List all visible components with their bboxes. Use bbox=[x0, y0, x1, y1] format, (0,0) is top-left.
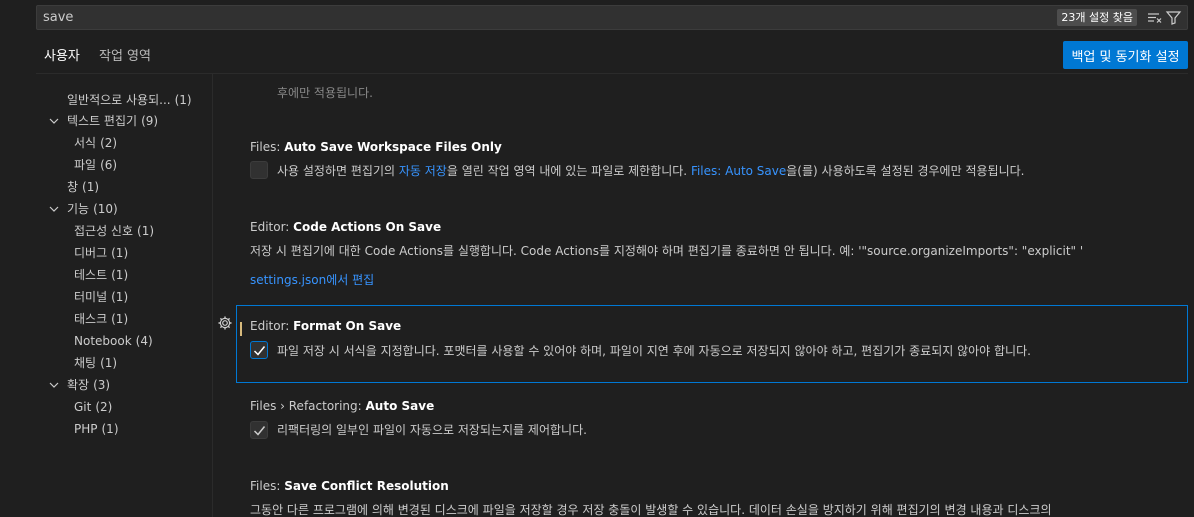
clear-filter-icon[interactable] bbox=[1146, 9, 1163, 26]
checkbox[interactable] bbox=[250, 161, 268, 179]
toc-item-notebook[interactable]: Notebook (4) bbox=[74, 331, 153, 351]
toc-count: (10) bbox=[93, 202, 118, 216]
setting-name: Auto Save Workspace Files Only bbox=[284, 140, 502, 154]
toc-label: 태스크 bbox=[74, 312, 108, 326]
setting-refactoring-auto-save: Files › Refactoring: Auto Save 리팩터링의 일부인… bbox=[213, 397, 1194, 447]
toc-count: (1) bbox=[111, 312, 129, 326]
chevron-down-icon bbox=[49, 382, 59, 388]
toc-label: Notebook bbox=[74, 334, 132, 348]
desc-text: 을 열린 작업 영역 내에 있는 파일로 제한합니다. bbox=[446, 164, 691, 178]
desc-text: 사용 설정하면 편집기의 bbox=[277, 164, 399, 178]
toc-item-testing[interactable]: 테스트 (1) bbox=[74, 265, 128, 285]
check-icon bbox=[253, 426, 266, 436]
toc-label: 채팅 bbox=[74, 356, 97, 370]
toc-label: 디버그 bbox=[74, 246, 108, 260]
toc-label: 창 bbox=[67, 180, 79, 194]
chevron-down-icon bbox=[49, 118, 59, 124]
files-auto-save-link[interactable]: Files: Auto Save bbox=[691, 164, 786, 178]
toc-item-php[interactable]: PHP (1) bbox=[74, 419, 119, 439]
setting-name: Save Conflict Resolution bbox=[284, 479, 449, 493]
toc-item-files[interactable]: 파일 (6) bbox=[74, 155, 117, 175]
toc-item-window[interactable]: 창 (1) bbox=[67, 177, 99, 197]
setting-category: Editor: bbox=[250, 220, 294, 234]
setting-category: Files: bbox=[250, 140, 285, 154]
toc-item-chat[interactable]: 채팅 (1) bbox=[74, 353, 117, 373]
setting-description: 그동안 다른 프로그램에 의해 변경된 디스크에 파일을 저장할 경우 저장 충… bbox=[250, 503, 1052, 517]
setting-title: Files: Save Conflict Resolution bbox=[250, 479, 449, 493]
results-count-badge: 23개 설정 찾음 bbox=[1057, 9, 1137, 26]
toc-count: (1) bbox=[111, 246, 129, 260]
toc-count: (3) bbox=[93, 378, 111, 392]
toc-item-tasks[interactable]: 태스크 (1) bbox=[74, 309, 128, 329]
toc-count: (1) bbox=[82, 180, 100, 194]
toc-label: Git bbox=[74, 400, 92, 414]
setting-title: Files: Auto Save Workspace Files Only bbox=[250, 140, 502, 154]
setting-description: 리팩터링의 일부인 파일이 자동으로 저장되는지를 제어합니다. bbox=[277, 423, 587, 437]
backup-sync-button[interactable]: 백업 및 동기화 설정 bbox=[1063, 41, 1188, 69]
setting-category: Files › Refactoring: bbox=[250, 399, 366, 413]
toc-label: 기능 bbox=[67, 202, 90, 216]
auto-save-link[interactable]: 자동 저장 bbox=[399, 164, 447, 178]
settings-search-box[interactable]: 23개 설정 찾음 bbox=[36, 5, 1188, 30]
setting-title: Editor: Code Actions On Save bbox=[250, 220, 441, 234]
settings-list: 후에만 적용됩니다. Files: Auto Save Workspace Fi… bbox=[213, 74, 1194, 517]
checkbox-checked[interactable] bbox=[250, 341, 268, 359]
toc-label: 파일 bbox=[74, 158, 97, 172]
partial-setting-description: 후에만 적용됩니다. bbox=[277, 86, 373, 100]
toc-label: 텍스트 편집기 bbox=[67, 114, 138, 128]
setting-name: Code Actions On Save bbox=[293, 220, 442, 234]
setting-category: Files: bbox=[250, 479, 285, 493]
setting-format-on-save: Editor: Format On Save 파일 저장 시 서식을 지정합니다… bbox=[213, 317, 1194, 367]
toc-item-git[interactable]: Git (2) bbox=[74, 397, 112, 417]
tab-workspace[interactable]: 작업 영역 bbox=[99, 44, 151, 74]
link-text[interactable]: settings.json에서 편집 bbox=[250, 273, 374, 287]
toc-label: 서식 bbox=[74, 136, 97, 150]
toc-item-terminal[interactable]: 터미널 (1) bbox=[74, 287, 128, 307]
toc-count: (1) bbox=[111, 290, 129, 304]
setting-auto-save-workspace-files-only: Files: Auto Save Workspace Files Only 사용… bbox=[213, 138, 1194, 188]
setting-save-conflict-resolution: Files: Save Conflict Resolution 그동안 다른 프… bbox=[213, 477, 1194, 517]
setting-description: 사용 설정하면 편집기의 자동 저장을 열린 작업 영역 내에 있는 파일로 제… bbox=[277, 162, 1024, 179]
setting-title: Files › Refactoring: Auto Save bbox=[250, 399, 434, 413]
setting-name: Format On Save bbox=[293, 319, 402, 333]
tab-user[interactable]: 사용자 bbox=[44, 44, 80, 74]
toc-label: PHP bbox=[74, 422, 98, 436]
edit-in-settings-json-link[interactable]: settings.json에서 편집 bbox=[250, 271, 374, 288]
toc-count: (2) bbox=[100, 136, 118, 150]
toc-count: (6) bbox=[100, 158, 118, 172]
setting-category: Editor: bbox=[250, 319, 294, 333]
toc-item-features[interactable]: 기능 (10) bbox=[49, 199, 118, 219]
toc-count: (4) bbox=[135, 334, 153, 348]
toc-label: 확장 bbox=[67, 378, 90, 392]
toc-count: (1) bbox=[101, 422, 119, 436]
settings-search-input[interactable] bbox=[43, 8, 1043, 27]
toc-item-text-editor[interactable]: 텍스트 편집기 (9) bbox=[49, 111, 159, 131]
toc-count: (1) bbox=[100, 356, 118, 370]
toc-count: (1) bbox=[111, 268, 129, 282]
toc-count: (1) bbox=[174, 93, 192, 107]
toc-item-debug[interactable]: 디버그 (1) bbox=[74, 243, 128, 263]
toc-item-extensions[interactable]: 확장 (3) bbox=[49, 375, 111, 395]
chevron-down-icon bbox=[49, 206, 59, 212]
toc-label: 일반적으로 사용되... bbox=[67, 93, 171, 107]
toc-item-formatting[interactable]: 서식 (2) bbox=[74, 133, 117, 153]
check-icon bbox=[253, 346, 266, 356]
setting-title: Editor: Format On Save bbox=[250, 319, 401, 333]
toc-label: 테스트 bbox=[74, 268, 108, 282]
toc-count: (1) bbox=[137, 224, 155, 238]
toc-item-accessibility-signals[interactable]: 접근성 신호 (1) bbox=[74, 221, 154, 241]
desc-text: 을(를) 사용하도록 설정된 경우에만 적용됩니다. bbox=[786, 164, 1025, 178]
settings-toc: 일반적으로 사용되... (1) 텍스트 편집기 (9) 서식 (2) 파일 (6) 창… bbox=[36, 88, 212, 517]
toc-count: (2) bbox=[95, 400, 113, 414]
toc-label: 터미널 bbox=[74, 290, 108, 304]
setting-description: 파일 저장 시 서식을 지정합니다. 포맷터를 사용할 수 있어야 하며, 파일… bbox=[277, 344, 1031, 358]
toc-count: (9) bbox=[141, 114, 159, 128]
setting-code-actions-on-save: Editor: Code Actions On Save 저장 시 편집기에 대… bbox=[213, 218, 1194, 288]
checkbox-checked[interactable] bbox=[250, 421, 268, 439]
toc-label: 접근성 신호 bbox=[74, 224, 134, 238]
filter-icon[interactable] bbox=[1165, 9, 1182, 26]
setting-description: 저장 시 편집기에 대한 Code Actions를 실행합니다. Code A… bbox=[250, 244, 1084, 258]
setting-name: Auto Save bbox=[365, 399, 435, 413]
toc-item-commonly-used[interactable]: 일반적으로 사용되... (1) bbox=[67, 90, 192, 110]
